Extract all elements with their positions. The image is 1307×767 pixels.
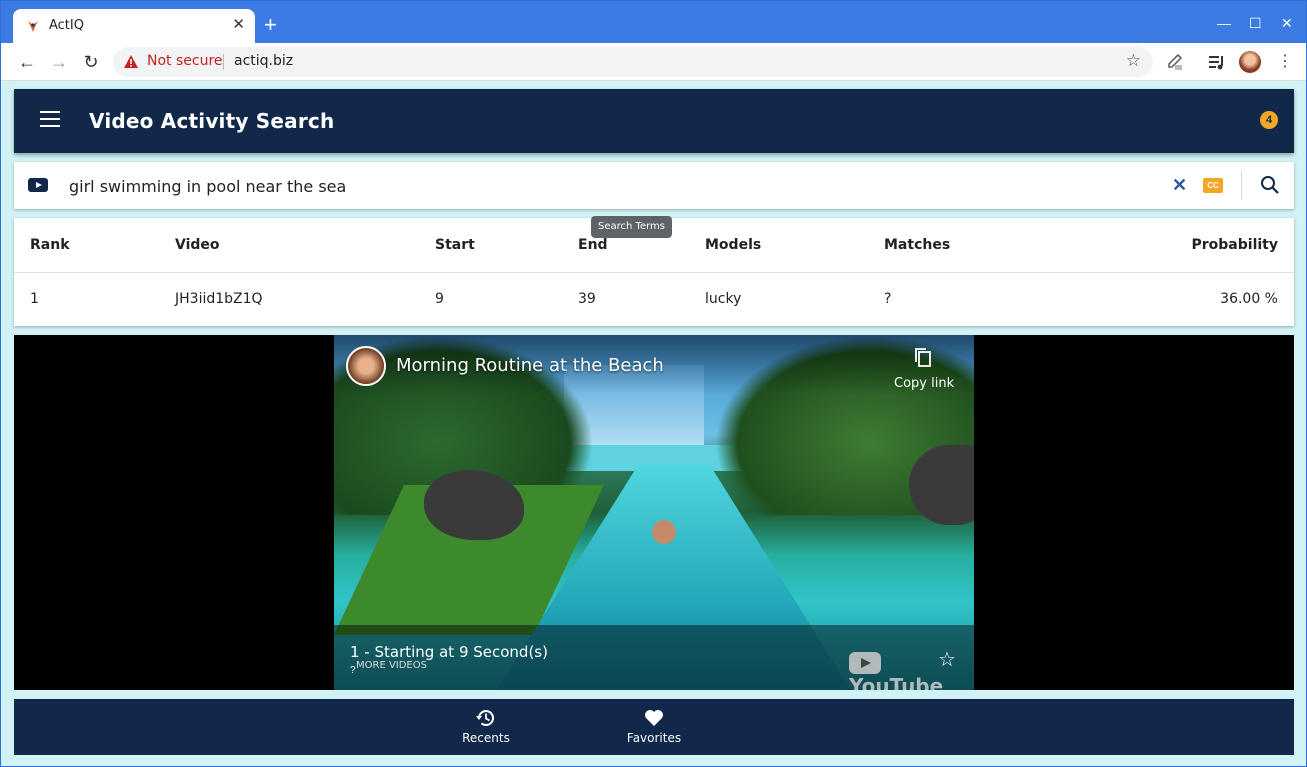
channel-avatar[interactable] xyxy=(346,346,386,386)
search-input[interactable] xyxy=(69,173,1149,199)
column-header-probability[interactable]: Probability xyxy=(1192,237,1279,253)
favorite-star-icon[interactable]: ☆ xyxy=(938,647,956,672)
reload-icon[interactable]: ↻ xyxy=(81,52,101,72)
column-header-matches[interactable]: Matches xyxy=(884,237,950,253)
youtube-play-icon xyxy=(849,651,881,674)
search-bar: ✕ CC xyxy=(14,162,1294,209)
browser-toolbar: ← → ↻ Not secure actiq.biz ☆ ⋮ xyxy=(1,43,1306,81)
copy-link-icon[interactable] xyxy=(914,347,932,367)
youtube-logo-text: YouTube xyxy=(849,673,944,691)
browser-tab[interactable]: ActIQ ✕ xyxy=(13,9,255,43)
more-videos-button[interactable]: MORE VIDEOS xyxy=(356,660,427,671)
cell-start: 9 xyxy=(435,291,444,307)
video-title[interactable]: Morning Routine at the Beach xyxy=(396,355,664,376)
maximize-icon[interactable]: ☐ xyxy=(1249,13,1262,33)
cell-video: JH3iid1bZ1Q xyxy=(175,291,263,307)
column-header-end[interactable]: End xyxy=(578,237,608,253)
app-container: Video Activity Search 4 ✕ CC Rank Video … xyxy=(1,81,1306,766)
tab-title: ActIQ xyxy=(49,18,84,33)
warning-icon xyxy=(124,55,138,68)
table-row[interactable]: 1 JH3iid1bZ1Q 9 39 lucky ? 36.00 % xyxy=(14,273,1294,326)
profile-avatar[interactable] xyxy=(1239,51,1261,73)
browser-menu-icon[interactable]: ⋮ xyxy=(1277,53,1293,71)
window-close-icon[interactable]: ✕ xyxy=(1281,13,1293,33)
tab-close-icon[interactable]: ✕ xyxy=(232,16,245,34)
more-videos-help[interactable]: ? xyxy=(350,665,356,676)
cell-probability: 36.00 % xyxy=(1220,291,1278,307)
new-tab-button[interactable]: + xyxy=(264,13,277,37)
video-player: Morning Routine at the Beach Copy link 1… xyxy=(14,335,1294,690)
address-bar[interactable]: Not secure actiq.biz ☆ xyxy=(113,47,1153,77)
nav-label-recents: Recents xyxy=(462,731,510,745)
clear-search-icon[interactable]: ✕ xyxy=(1172,174,1187,196)
actiq-favicon-icon xyxy=(28,21,38,32)
youtube-icon[interactable] xyxy=(28,178,48,192)
copy-link-label[interactable]: Copy link xyxy=(894,376,954,391)
video-caption: 1 - Starting at 9 Second(s) xyxy=(350,643,548,661)
nav-item-recents[interactable]: Recents xyxy=(441,707,531,745)
omnibox-separator xyxy=(223,54,224,70)
notification-badge[interactable]: 4 xyxy=(1260,111,1278,129)
column-header-models[interactable]: Models xyxy=(705,237,761,253)
back-icon[interactable]: ← xyxy=(17,52,37,72)
hamburger-menu-icon[interactable] xyxy=(40,111,60,127)
app-header: Video Activity Search 4 xyxy=(14,89,1294,153)
video-top-overlay: Morning Routine at the Beach Copy link xyxy=(334,335,974,395)
heart-icon xyxy=(645,710,663,726)
url-text[interactable]: actiq.biz xyxy=(234,53,293,69)
cell-matches: ? xyxy=(884,291,892,307)
security-status[interactable]: Not secure xyxy=(147,53,223,69)
search-divider xyxy=(1241,170,1242,200)
nav-label-favorites: Favorites xyxy=(626,731,682,745)
bottom-navigation: Recents Favorites xyxy=(14,699,1294,755)
minimize-icon[interactable]: — xyxy=(1217,13,1231,33)
eyedropper-extension-icon[interactable] xyxy=(1165,53,1183,71)
column-header-video[interactable]: Video xyxy=(175,237,220,253)
search-terms-tooltip: Search Terms xyxy=(591,216,672,238)
cell-end: 39 xyxy=(578,291,596,307)
media-control-icon[interactable] xyxy=(1208,53,1226,71)
search-icon[interactable] xyxy=(1260,175,1280,195)
history-icon xyxy=(476,710,494,727)
page-title: Video Activity Search xyxy=(89,109,335,133)
nav-item-favorites[interactable]: Favorites xyxy=(609,707,699,745)
cell-models: lucky xyxy=(705,291,742,307)
closed-captions-icon[interactable]: CC xyxy=(1203,178,1223,193)
video-swimmer xyxy=(652,520,676,544)
video-frame[interactable]: Morning Routine at the Beach Copy link 1… xyxy=(334,335,974,690)
video-bottom-overlay: 1 - Starting at 9 Second(s) ? MORE VIDEO… xyxy=(334,625,974,690)
bookmark-star-icon[interactable]: ☆ xyxy=(1126,51,1141,71)
cell-rank: 1 xyxy=(30,291,39,307)
column-header-rank[interactable]: Rank xyxy=(30,237,70,253)
browser-titlebar: ActIQ ✕ + — ☐ ✕ xyxy=(1,1,1306,43)
column-header-start[interactable]: Start xyxy=(435,237,475,253)
forward-icon[interactable]: → xyxy=(49,52,69,72)
